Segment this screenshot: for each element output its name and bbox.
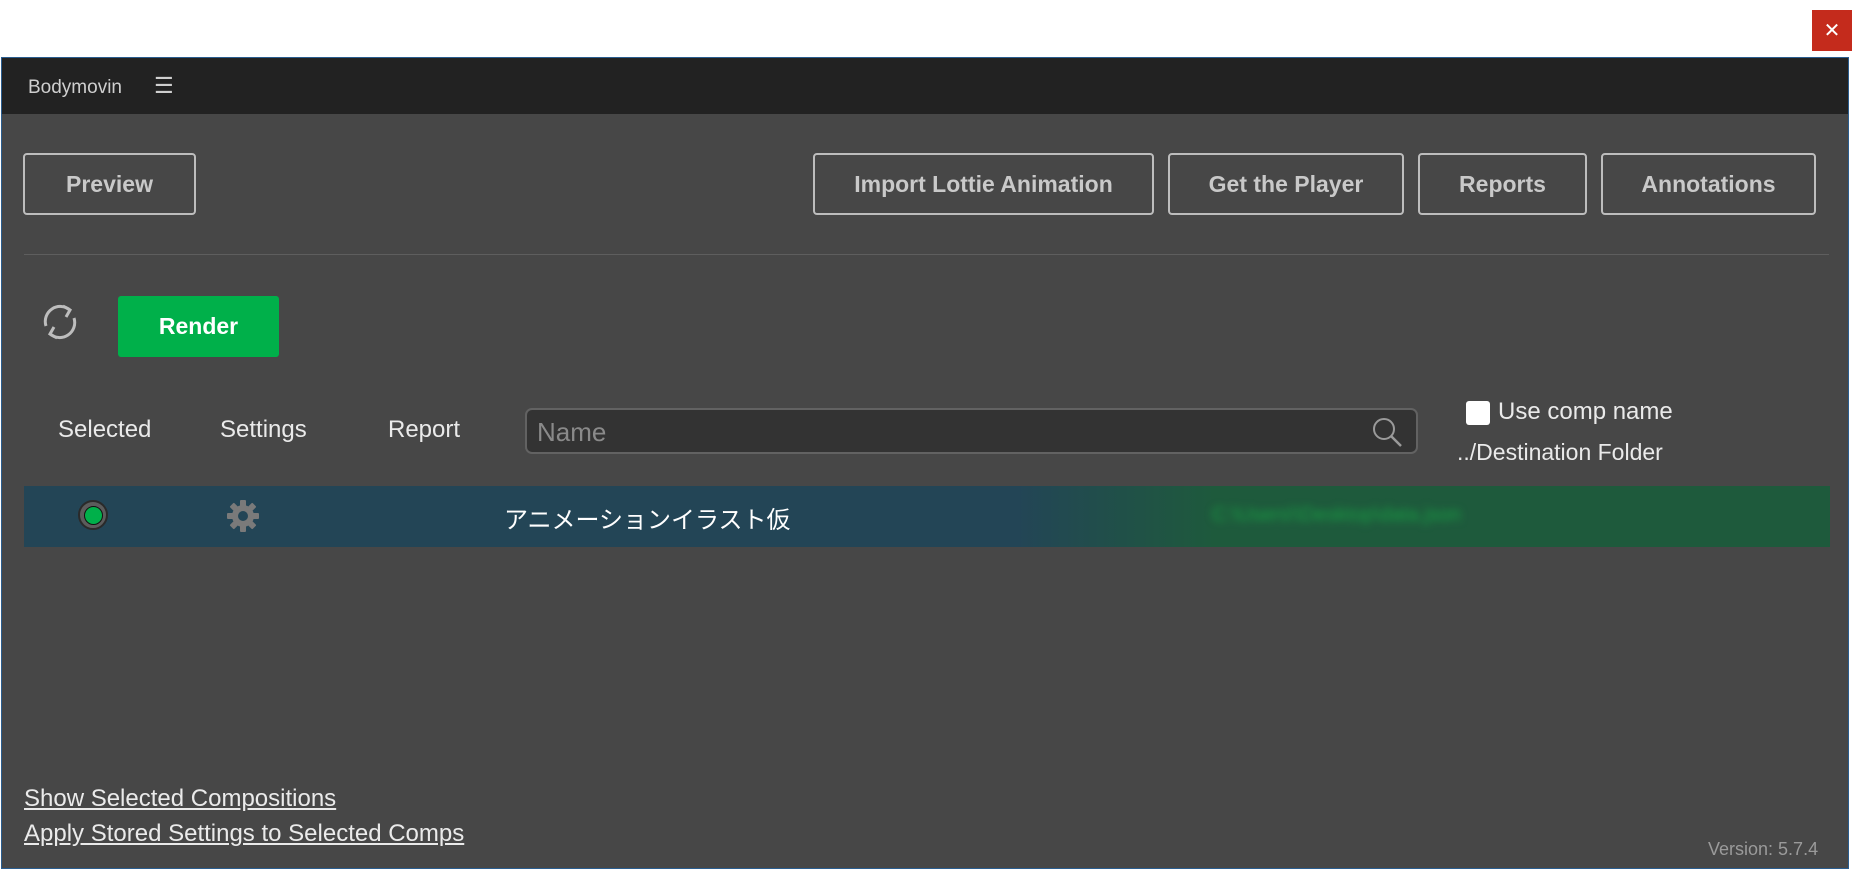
toolbar-divider (24, 254, 1829, 255)
version-label: Version: 5.7.4 (1708, 839, 1819, 859)
destination-folder-link[interactable]: ../Destination Folder (1457, 439, 1663, 466)
panel-title: Bodymovin (28, 77, 122, 98)
column-header-report: Report (388, 416, 461, 443)
import-lottie-button[interactable]: Import Lottie Animation (813, 153, 1154, 215)
close-window-button[interactable]: ✕ (1812, 10, 1852, 51)
reports-button[interactable]: Reports (1418, 153, 1587, 215)
refresh-icon[interactable] (36, 298, 84, 346)
search-input[interactable] (535, 410, 1359, 454)
composition-name: アニメーションイラスト仮 (504, 507, 791, 534)
get-player-button[interactable]: Get the Player (1168, 153, 1404, 215)
column-header-selected: Selected (58, 416, 152, 443)
gear-icon[interactable] (226, 499, 260, 533)
hamburger-menu-icon[interactable]: ☰ (154, 73, 174, 99)
composition-selected-radio[interactable] (78, 500, 108, 530)
use-comp-name-label: Use comp name (1498, 398, 1673, 425)
column-header-settings: Settings (220, 416, 307, 443)
panel-header: Bodymovin ☰ (2, 58, 1848, 114)
composition-row[interactable]: アニメーションイラスト仮 C:\Users\\Desktop\data.json (24, 486, 1830, 547)
search-box (525, 408, 1418, 454)
apply-stored-settings-link[interactable]: Apply Stored Settings to Selected Comps (24, 820, 464, 848)
use-comp-name-checkbox[interactable] (1466, 401, 1490, 425)
preview-button[interactable]: Preview (23, 153, 196, 215)
bodymovin-window: Bodymovin ☰ Preview Import Lottie Animat… (1, 57, 1849, 869)
close-icon: ✕ (1823, 20, 1841, 42)
render-button[interactable]: Render (118, 296, 279, 357)
search-icon (1373, 418, 1402, 447)
radio-selected-dot (83, 505, 103, 525)
window-titlebar: ✕ (0, 0, 1852, 57)
composition-destination[interactable]: C:\Users\\Desktop\data.json (1212, 504, 1461, 527)
show-selected-compositions-link[interactable]: Show Selected Compositions (24, 785, 336, 813)
annotations-button[interactable]: Annotations (1601, 153, 1816, 215)
